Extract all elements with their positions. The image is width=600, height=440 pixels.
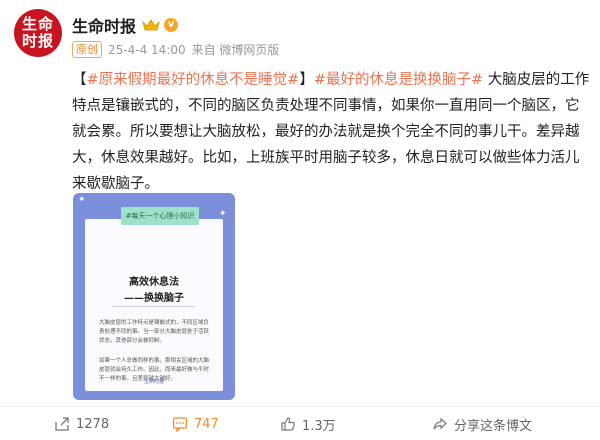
verified-icon: v — [164, 18, 179, 32]
author-name[interactable]: 生命时报 — [72, 13, 136, 37]
share-post-label: 分享这条博文 — [454, 418, 533, 434]
author-row: 生命时报 v — [72, 13, 179, 37]
sparkle-icon: ✦ — [219, 209, 227, 219]
avatar[interactable]: 生命 时报 — [14, 9, 62, 57]
avatar-text-2: 时报 — [21, 32, 54, 50]
card-footer: 生命时报 — [143, 379, 164, 385]
comment-button[interactable]: 747 — [172, 416, 219, 432]
card-title: 高效休息法 — [129, 277, 179, 288]
card-paragraph: 大脑皮层的工作特点是镶嵌式的，不同区域负责处理不同的事。当一部分大脑皮层处于活跃… — [99, 320, 210, 344]
card-band-label: #每天一个心理小知识 — [121, 207, 199, 225]
share-post-button[interactable]: 分享这条博文 — [432, 415, 532, 434]
comment-count: 747 — [194, 416, 219, 432]
original-badge: 原创 — [72, 41, 102, 58]
bracket-close: 】 — [299, 72, 314, 88]
post-source: 来自 微博网页版 — [191, 43, 280, 57]
thumbs-up-icon — [281, 417, 295, 431]
like-button[interactable]: 1.3万 — [280, 415, 336, 434]
share-button[interactable]: 1278 — [54, 416, 109, 432]
post-image[interactable]: ✦ ✦ ✦ 高效休息法 ——换换脑子 大脑皮层的工作特点是镶嵌式的，不同区域负责… — [73, 193, 235, 400]
action-bar: 1278 747 1.3万 分享这条博文 — [0, 412, 600, 436]
hashtag-link[interactable]: #最好的休息是换换脑子# — [314, 72, 483, 88]
comment-icon — [172, 417, 188, 432]
card-divider — [113, 306, 195, 307]
action-divider — [0, 406, 600, 407]
share-count: 1278 — [76, 416, 110, 432]
crown-icon — [142, 19, 160, 31]
image-card: 高效休息法 ——换换脑子 大脑皮层的工作特点是镶嵌式的，不同区域负责处理不同的事… — [85, 219, 223, 391]
avatar-text-1: 生命 — [21, 15, 54, 33]
post-body: 大脑皮层的工作特点是镶嵌式的，不同的脑区负责处理不同事情，如果你一直用同一个脑区… — [72, 72, 590, 192]
card-subtitle: ——换换脑子 — [124, 293, 184, 304]
share-icon — [55, 417, 69, 431]
like-count: 1.3万 — [302, 418, 336, 434]
sparkle-icon: ✦ — [78, 195, 86, 205]
share-arrow-icon — [433, 417, 447, 430]
post-text: 【#原来假期最好的休息不是睡觉#】#最好的休息是换换脑子# 大脑皮层的工作特点是… — [72, 67, 592, 197]
post-time[interactable]: 25-4-4 14:00 — [108, 43, 186, 57]
bracket-open: 【 — [72, 72, 87, 88]
hashtag-link[interactable]: #原来假期最好的休息不是睡觉# — [87, 72, 300, 88]
post-meta: 原创 25-4-4 14:00 来自 微博网页版 — [72, 41, 279, 58]
